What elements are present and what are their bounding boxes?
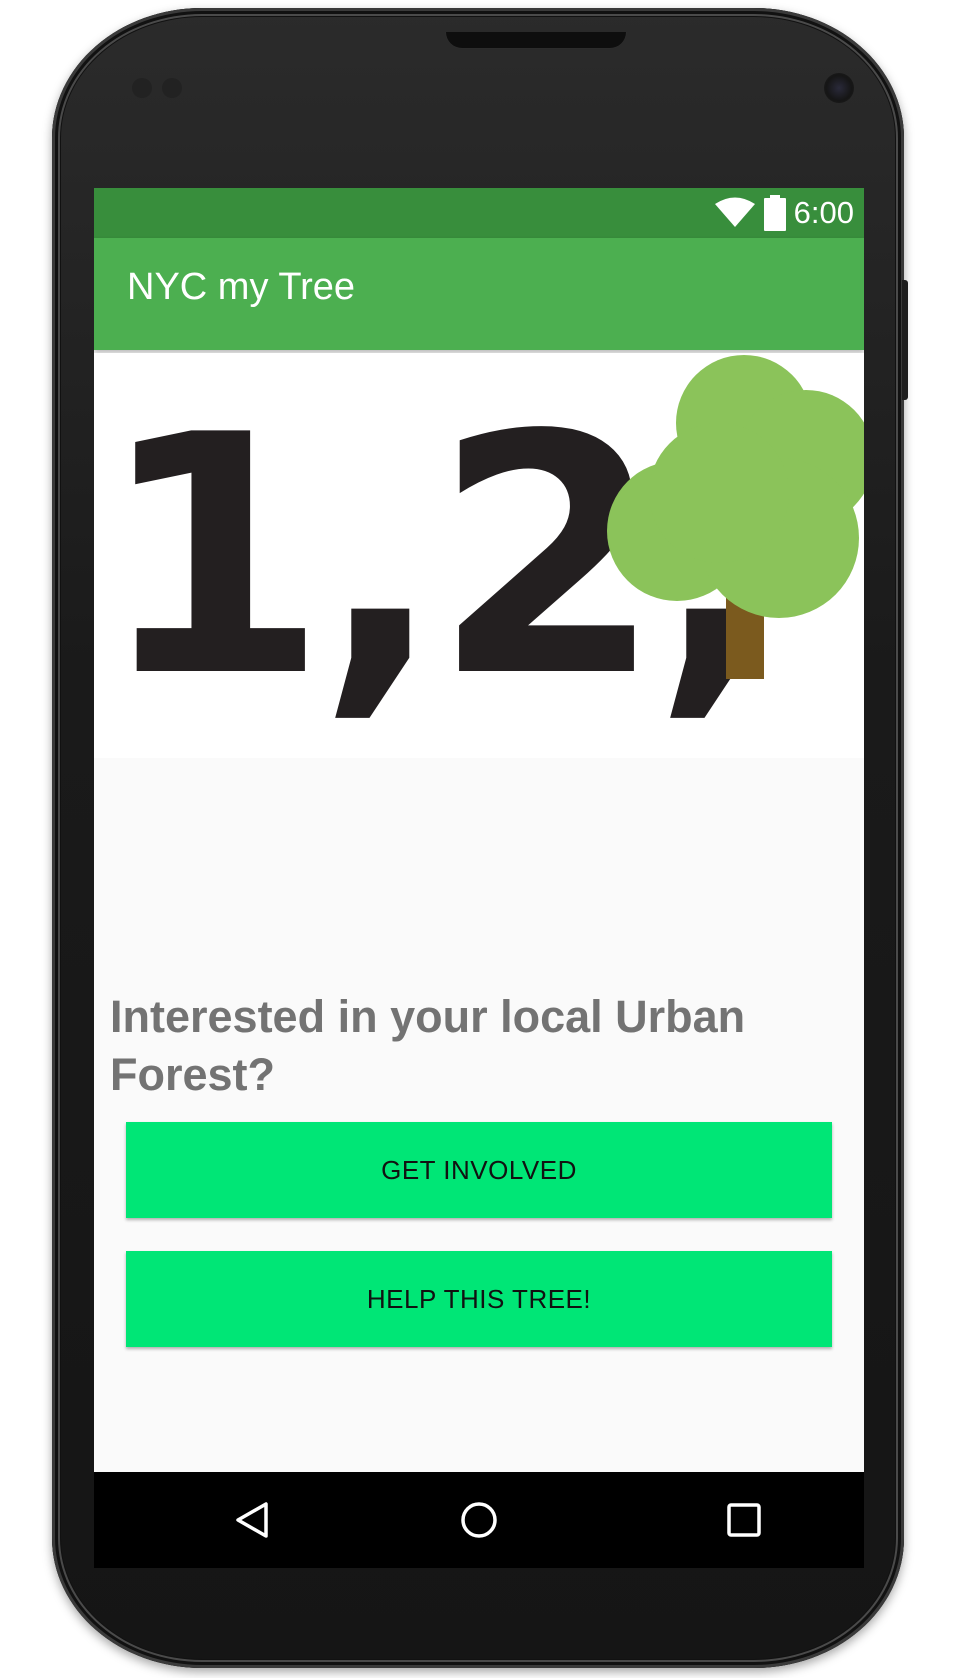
front-camera bbox=[824, 73, 854, 103]
headline: Interested in your local Urban Forest? bbox=[110, 991, 746, 1100]
home-icon bbox=[461, 1502, 497, 1538]
status-icons: 6:00 bbox=[714, 188, 854, 238]
navigation-bar bbox=[94, 1472, 864, 1568]
wifi-icon bbox=[714, 197, 755, 227]
status-bar: 6:00 bbox=[94, 188, 864, 238]
app-title: NYC my Tree bbox=[127, 266, 356, 308]
recents-icon bbox=[727, 1503, 761, 1537]
banner-image: 1,2, bbox=[94, 353, 864, 758]
battery-icon bbox=[763, 195, 786, 231]
get-involved-button[interactable]: GET INVOLVED bbox=[126, 1122, 832, 1218]
status-time: 6:00 bbox=[793, 195, 854, 230]
back-icon bbox=[236, 1502, 268, 1538]
back-button[interactable] bbox=[192, 1472, 312, 1568]
screen: 6:00 NYC my Tree 1,2, Interested in your… bbox=[94, 188, 864, 1472]
light-sensor bbox=[162, 78, 182, 98]
speaker-grille bbox=[445, 32, 627, 49]
proximity-sensor bbox=[132, 78, 152, 98]
app-bar: NYC my Tree bbox=[94, 238, 864, 350]
power-button bbox=[902, 280, 908, 400]
recents-button[interactable] bbox=[684, 1472, 804, 1568]
help-this-tree-button[interactable]: HELP THIS TREE! bbox=[126, 1251, 832, 1347]
home-button[interactable] bbox=[419, 1472, 539, 1568]
